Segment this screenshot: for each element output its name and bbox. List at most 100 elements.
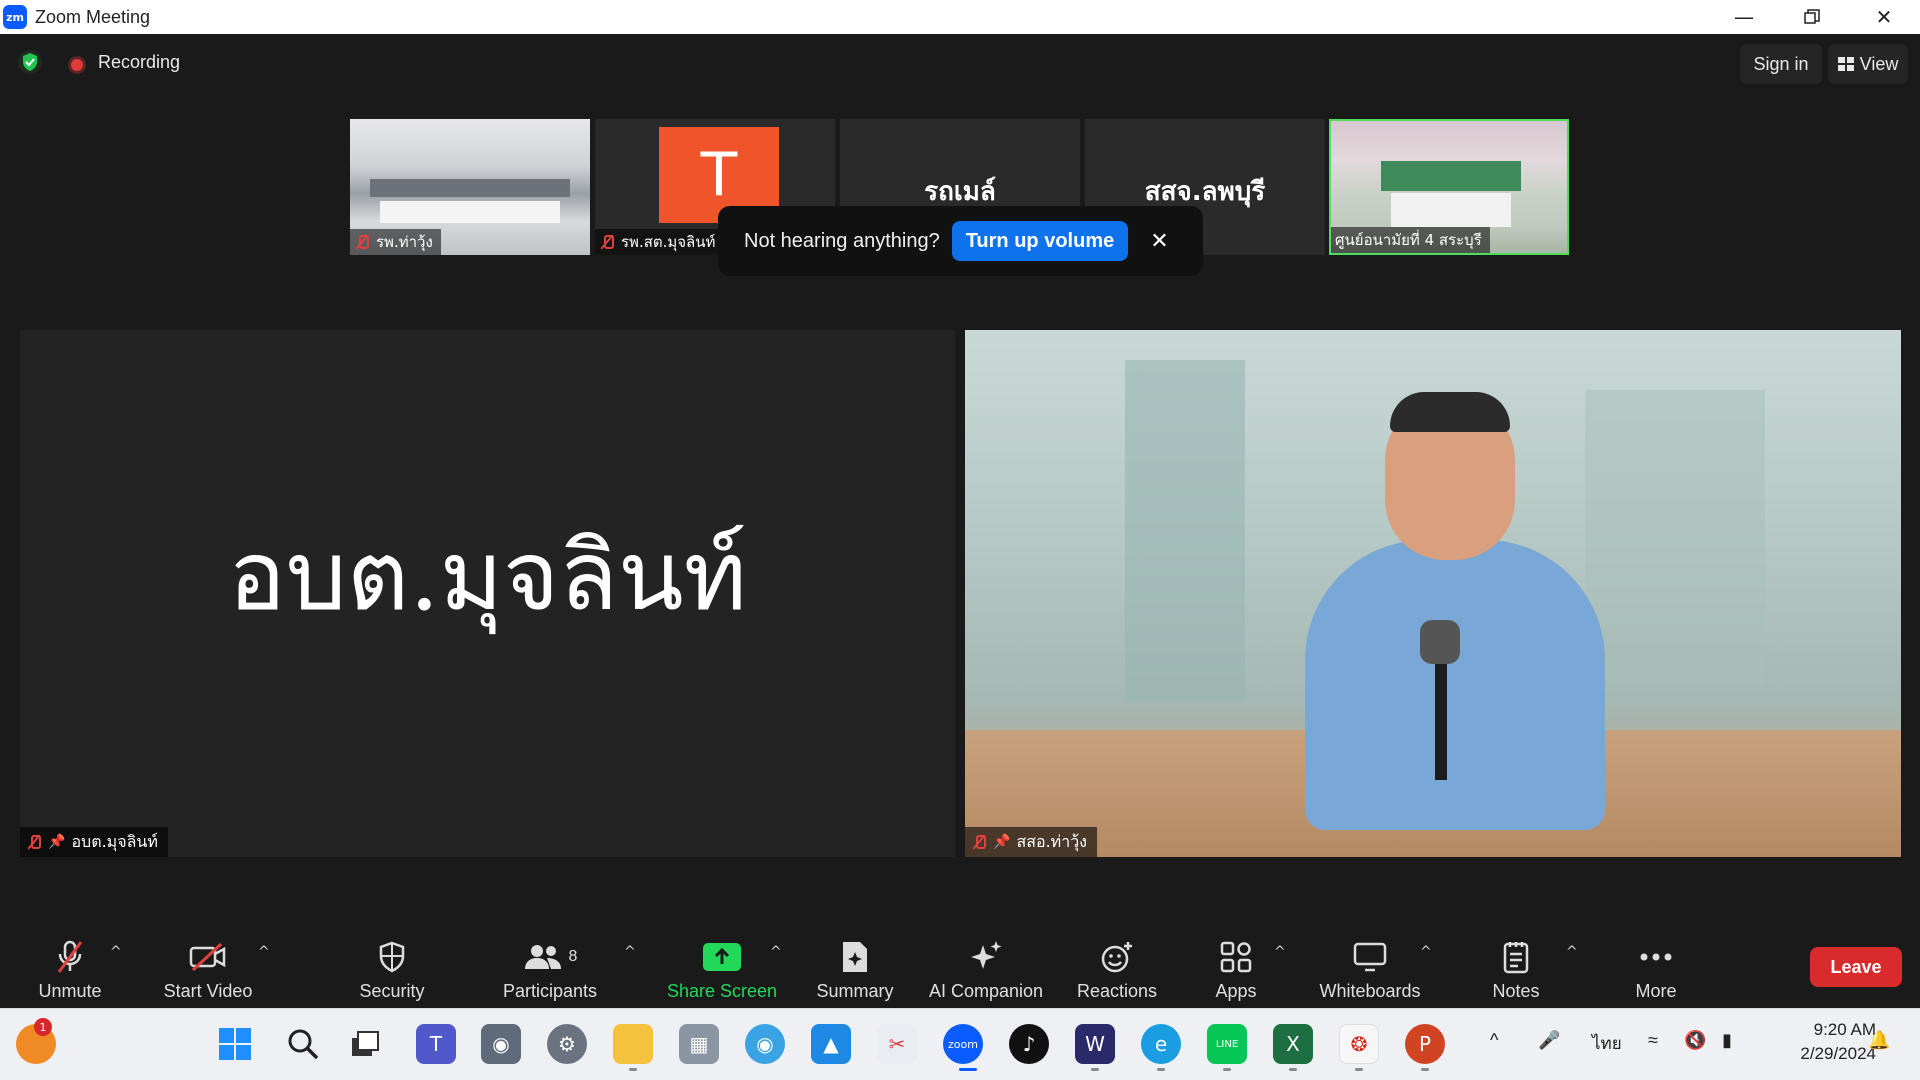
- start-video-button[interactable]: Start Video: [158, 930, 258, 1002]
- zoom-app-icon[interactable]: zoom: [943, 1024, 983, 1064]
- participants-icon: [524, 945, 561, 969]
- unmute-label: Unmute: [38, 981, 102, 1001]
- share-screen-label: Share Screen: [666, 981, 778, 1001]
- sign-in-button[interactable]: Sign in: [1740, 44, 1822, 84]
- reactions-button[interactable]: Reactions: [1072, 930, 1162, 1002]
- snipping-tool-icon[interactable]: ✂: [877, 1024, 917, 1064]
- search-icon[interactable]: [283, 1024, 323, 1064]
- audio-options-chevron-up-icon[interactable]: ^: [110, 944, 122, 960]
- security-label: Security: [359, 981, 425, 1001]
- apps-icon: [1220, 941, 1252, 973]
- calculator-icon[interactable]: ▦: [679, 1024, 719, 1064]
- video-options-chevron-up-icon[interactable]: ^: [258, 944, 270, 960]
- notification-bell-icon[interactable]: 🔔: [1868, 1030, 1890, 1051]
- running-indicator: [1289, 1068, 1297, 1071]
- tile-name-tag: 📌 อบต.มุจลินท์: [20, 827, 168, 857]
- teams-icon[interactable]: T: [416, 1024, 456, 1064]
- show-hidden-icons-chevron-up-icon[interactable]: ^: [1490, 1030, 1498, 1051]
- apps-label: Apps: [1215, 981, 1257, 1001]
- video-tile-left[interactable]: อบต.มุจลินท์ 📌 อบต.มุจลินท์: [20, 330, 955, 857]
- powerpoint-icon[interactable]: P: [1405, 1024, 1445, 1064]
- thumbnail-name: รพ.ท่าวุ้ง: [376, 233, 433, 251]
- whiteboards-label: Whiteboards: [1319, 981, 1421, 1001]
- meeting-header: [0, 34, 1920, 96]
- mic-muted-icon: [57, 940, 83, 973]
- webex-icon[interactable]: W: [1075, 1024, 1115, 1064]
- turn-up-volume-button[interactable]: Turn up volume: [951, 221, 1129, 261]
- view-label: View: [1859, 53, 1899, 74]
- file-explorer-icon[interactable]: [613, 1024, 653, 1064]
- running-indicator: [1355, 1068, 1363, 1071]
- speaker-muted-icon[interactable]: 🔇: [1684, 1030, 1706, 1051]
- ai-companion-button[interactable]: AI Companion: [924, 930, 1048, 1002]
- excel-icon[interactable]: X: [1273, 1024, 1313, 1064]
- settings-gear-icon[interactable]: ⚙: [547, 1024, 587, 1064]
- whiteboard-icon: [1353, 942, 1387, 972]
- audio-toast: Not hearing anything? Turn up volume ✕: [718, 206, 1203, 276]
- toast-close-icon[interactable]: ✕: [1150, 229, 1168, 254]
- task-view-icon[interactable]: [345, 1024, 385, 1064]
- whiteboards-options-chevron-up-icon[interactable]: ^: [1420, 944, 1432, 960]
- apps-button[interactable]: Apps: [1196, 930, 1276, 1002]
- leave-button[interactable]: Leave: [1810, 947, 1902, 987]
- zoom-logo-icon: zm: [3, 5, 27, 29]
- more-label: More: [1635, 981, 1677, 1001]
- recording-indicator-icon: [68, 56, 86, 74]
- unmute-button[interactable]: Unmute: [30, 930, 110, 1002]
- view-button[interactable]: View: [1828, 44, 1908, 84]
- whiteboards-button[interactable]: Whiteboards: [1314, 930, 1426, 1002]
- notes-button[interactable]: Notes: [1476, 930, 1556, 1002]
- share-screen-button[interactable]: Share Screen: [664, 930, 780, 1002]
- wifi-icon[interactable]: ≈: [1648, 1030, 1658, 1051]
- input-language-indicator[interactable]: ไทย: [1592, 1030, 1622, 1057]
- summary-label: Summary: [816, 981, 894, 1001]
- close-window-button[interactable]: ✕: [1850, 0, 1918, 34]
- share-screen-icon: [703, 943, 741, 971]
- apps-options-chevron-up-icon[interactable]: ^: [1274, 944, 1286, 960]
- share-options-chevron-up-icon[interactable]: ^: [770, 944, 782, 960]
- camera-app-icon[interactable]: ◉: [481, 1024, 521, 1064]
- minimize-button[interactable]: —: [1710, 0, 1778, 34]
- clock-date[interactable]: 2/29/2024: [1768, 1044, 1876, 1064]
- notes-options-chevron-up-icon[interactable]: ^: [1566, 944, 1578, 960]
- summary-button[interactable]: Summary: [812, 930, 898, 1002]
- video-tile-right[interactable]: 📌 สสอ.ท่าวุ้ง: [965, 330, 1901, 857]
- participants-button[interactable]: 8 Participants: [498, 930, 602, 1002]
- security-shield-icon: [379, 941, 405, 973]
- video-off-icon: [189, 942, 226, 972]
- weather-widget-icon[interactable]: 1: [16, 1018, 56, 1064]
- running-indicator: [1223, 1068, 1231, 1071]
- windows-start-icon[interactable]: [215, 1024, 255, 1064]
- notification-badge: 1: [34, 1018, 52, 1036]
- tile-name-tag: 📌 สสอ.ท่าวุ้ง: [965, 827, 1097, 857]
- ai-sparkle-icon: [971, 941, 1002, 969]
- edge-browser-icon[interactable]: e: [1141, 1024, 1181, 1064]
- security-button[interactable]: Security: [352, 930, 432, 1002]
- thumbnail-name-tag: ศูนย์อนามัยที่ 4 สระบุรี: [1331, 227, 1490, 253]
- participant-display-name: อบต.มุจลินท์: [228, 520, 747, 632]
- window-titlebar: zm Zoom Meeting — ✕: [0, 0, 1920, 34]
- paint-icon[interactable]: ◉: [745, 1024, 785, 1064]
- more-button[interactable]: More: [1616, 930, 1696, 1002]
- participants-count: 8: [568, 948, 578, 965]
- encryption-shield-icon[interactable]: [18, 50, 42, 74]
- mic-muted-icon: [971, 834, 987, 850]
- photos-icon[interactable]: ▲: [811, 1024, 851, 1064]
- participant-thumbnail[interactable]: รพ.ท่าวุ้ง: [350, 119, 590, 255]
- running-indicator: [1421, 1068, 1429, 1071]
- reactions-smiley-icon: [1101, 942, 1132, 973]
- battery-icon[interactable]: ▮: [1722, 1030, 1732, 1051]
- notes-label: Notes: [1492, 981, 1540, 1001]
- minimize-icon: —: [1734, 5, 1754, 29]
- summary-document-icon: [843, 942, 867, 972]
- mic-muted-icon: [26, 834, 42, 850]
- acrobat-icon[interactable]: ❂: [1339, 1024, 1379, 1064]
- clock-time[interactable]: 9:20 AM: [1786, 1020, 1876, 1040]
- participants-options-chevron-up-icon[interactable]: ^: [624, 944, 636, 960]
- participant-thumbnail-active-speaker[interactable]: ศูนย์อนามัยที่ 4 สระบุรี: [1329, 119, 1569, 255]
- line-app-icon[interactable]: LINE: [1207, 1024, 1247, 1064]
- tiktok-icon[interactable]: ♪: [1009, 1024, 1049, 1064]
- microphone-icon[interactable]: 🎤: [1538, 1030, 1560, 1051]
- participant-video: [965, 330, 1901, 857]
- restore-button[interactable]: [1778, 0, 1846, 34]
